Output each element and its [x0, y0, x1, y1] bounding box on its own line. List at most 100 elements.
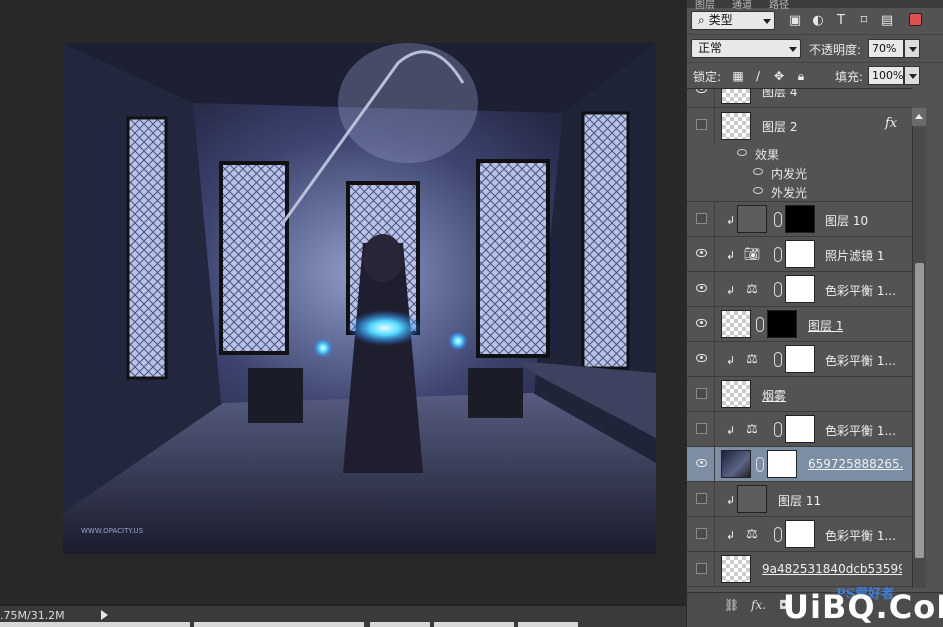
layer-mask-thumbnail[interactable] [785, 520, 815, 548]
lock-move-icon[interactable]: ✥ [772, 69, 786, 83]
layer-row[interactable]: 9a482531840dcb535990... [687, 552, 912, 587]
layer-mask-thumbnail[interactable] [767, 310, 797, 338]
visibility-cell[interactable] [687, 272, 715, 306]
layer-row[interactable]: ↲ 📷︎ 照片滤镜 1 [687, 237, 912, 272]
visibility-toggle[interactable] [696, 213, 707, 224]
visibility-cell[interactable] [687, 447, 715, 481]
chain-link-icon[interactable] [774, 247, 782, 262]
effects-group[interactable]: 效果 [687, 144, 912, 163]
eye-icon[interactable] [696, 249, 707, 257]
visibility-toggle[interactable] [696, 563, 707, 574]
layer-thumbnail [721, 555, 751, 583]
shape-filter-icon[interactable]: ⌑ [856, 13, 872, 29]
effect-outer-glow[interactable]: 外发光 [687, 182, 912, 202]
filter-kind-select[interactable]: ⌕ 类型 [691, 11, 775, 30]
chain-link-icon[interactable] [774, 422, 782, 437]
scrollbar-thumb[interactable] [915, 263, 924, 558]
layer-row[interactable]: ↲ ⚖ 色彩平衡 1... [687, 517, 912, 552]
layer-thumbnail [737, 485, 767, 513]
fill-input[interactable]: 100% [868, 66, 904, 85]
clip-arrow-icon: ↲ [726, 354, 736, 367]
visibility-toggle[interactable] [696, 528, 707, 539]
layer-row[interactable]: ↲ ⚖ 色彩平衡 1... [687, 272, 912, 307]
hand-glow-right [448, 331, 468, 351]
document-canvas[interactable]: WWW.OPACITY.US [63, 43, 656, 554]
filter-toggle-button[interactable] [909, 13, 922, 26]
radiator-right [468, 368, 523, 418]
visibility-cell[interactable] [687, 377, 715, 411]
layers-scrollbar[interactable] [912, 108, 926, 588]
eye-icon[interactable] [696, 319, 707, 327]
layer-name: 色彩平衡 1... [825, 424, 896, 438]
lock-all-icon[interactable]: 🔒︎ [794, 69, 808, 83]
link-layers-icon[interactable]: ⛓ [724, 598, 739, 612]
eye-icon[interactable] [753, 168, 763, 175]
balance-scale-icon: ⚖ [746, 282, 758, 297]
visibility-cell[interactable] [687, 517, 715, 551]
search-icon: ⌕ [698, 13, 705, 27]
visibility-cell[interactable] [687, 108, 715, 145]
layer-mask-thumbnail[interactable] [785, 205, 815, 233]
document-workspace: WWW.OPACITY.US [0, 0, 686, 605]
chain-link-icon[interactable] [756, 457, 764, 472]
layer-row[interactable]: 图层 1 [687, 307, 912, 342]
visibility-cell[interactable] [687, 307, 715, 341]
add-style-icon[interactable]: fx. [751, 598, 766, 612]
eye-icon[interactable] [696, 284, 707, 292]
fill-dropdown-button[interactable] [904, 66, 920, 85]
visibility-toggle[interactable] [696, 388, 707, 399]
opacity-input[interactable]: 70% [868, 39, 904, 58]
layers-panel: 图层 通道 路径 ⌕ 类型 ▣ ◐ T ⌑ ▤ 正常 不透明度: 70% 锁定:… [686, 0, 943, 627]
fx-icon[interactable]: fx [885, 116, 897, 131]
layer-name: 659725888265... [808, 457, 903, 471]
type-filter-icon[interactable]: T [833, 13, 849, 29]
chain-link-icon[interactable] [774, 527, 782, 542]
visibility-cell[interactable] [687, 552, 715, 586]
chain-link-icon[interactable] [774, 352, 782, 367]
status-menu-arrow-icon[interactable] [101, 610, 108, 620]
canvas-artwork: WWW.OPACITY.US [63, 43, 656, 554]
clip-arrow-icon: ↲ [726, 494, 736, 507]
lock-transparent-icon[interactable]: ▦ [731, 69, 745, 83]
scroll-up-button[interactable] [912, 108, 926, 126]
eye-icon[interactable] [753, 187, 763, 194]
pixel-filter-icon[interactable]: ▣ [787, 13, 803, 29]
layer-row[interactable]: ↲ ⚖ 色彩平衡 1... [687, 412, 912, 447]
visibility-cell[interactable] [687, 342, 715, 376]
layer-mask-thumbnail[interactable] [785, 275, 815, 303]
layer-row[interactable]: ↲ 图层 10 [687, 202, 912, 237]
layer-row[interactable]: ↲ ⚖ 色彩平衡 1... [687, 342, 912, 377]
visibility-cell[interactable] [687, 237, 715, 271]
opacity-dropdown-button[interactable] [904, 39, 920, 58]
lock-brush-icon[interactable]: ∕ [751, 69, 765, 83]
layer-row-selected[interactable]: 659725888265... [687, 447, 912, 482]
layer-mask-thumbnail[interactable] [785, 415, 815, 443]
visibility-toggle[interactable] [696, 119, 707, 130]
layer-mask-thumbnail[interactable] [785, 345, 815, 373]
chain-link-icon[interactable] [774, 282, 782, 297]
layer-row[interactable]: 烟雾 [687, 377, 912, 412]
visibility-cell[interactable] [687, 202, 715, 236]
layer-row[interactable]: 图层 4 [687, 89, 912, 108]
visibility-cell[interactable] [687, 89, 715, 107]
layer-row[interactable]: ↲ 图层 11 [687, 482, 912, 517]
chain-link-icon[interactable] [756, 317, 764, 332]
eye-icon[interactable] [696, 354, 707, 362]
visibility-cell[interactable] [687, 412, 715, 446]
layer-row[interactable]: 图层 2 fx [687, 108, 912, 145]
balance-scale-icon: ⚖ [746, 422, 758, 437]
document-size-readout: .75M/31.2M [0, 609, 65, 622]
chain-link-icon[interactable] [774, 212, 782, 227]
blend-mode-select[interactable]: 正常 [691, 39, 801, 58]
visibility-toggle[interactable] [696, 493, 707, 504]
visibility-cell[interactable] [687, 482, 715, 516]
visibility-toggle[interactable] [696, 423, 707, 434]
eye-icon[interactable] [696, 89, 707, 93]
layer-mask-thumbnail[interactable] [767, 450, 797, 478]
eye-icon[interactable] [737, 149, 747, 156]
adjustment-filter-icon[interactable]: ◐ [810, 13, 826, 29]
effect-inner-glow[interactable]: 内发光 [687, 163, 912, 182]
smart-object-filter-icon[interactable]: ▤ [879, 13, 895, 29]
layer-mask-thumbnail[interactable] [785, 240, 815, 268]
eye-icon[interactable] [696, 459, 707, 467]
